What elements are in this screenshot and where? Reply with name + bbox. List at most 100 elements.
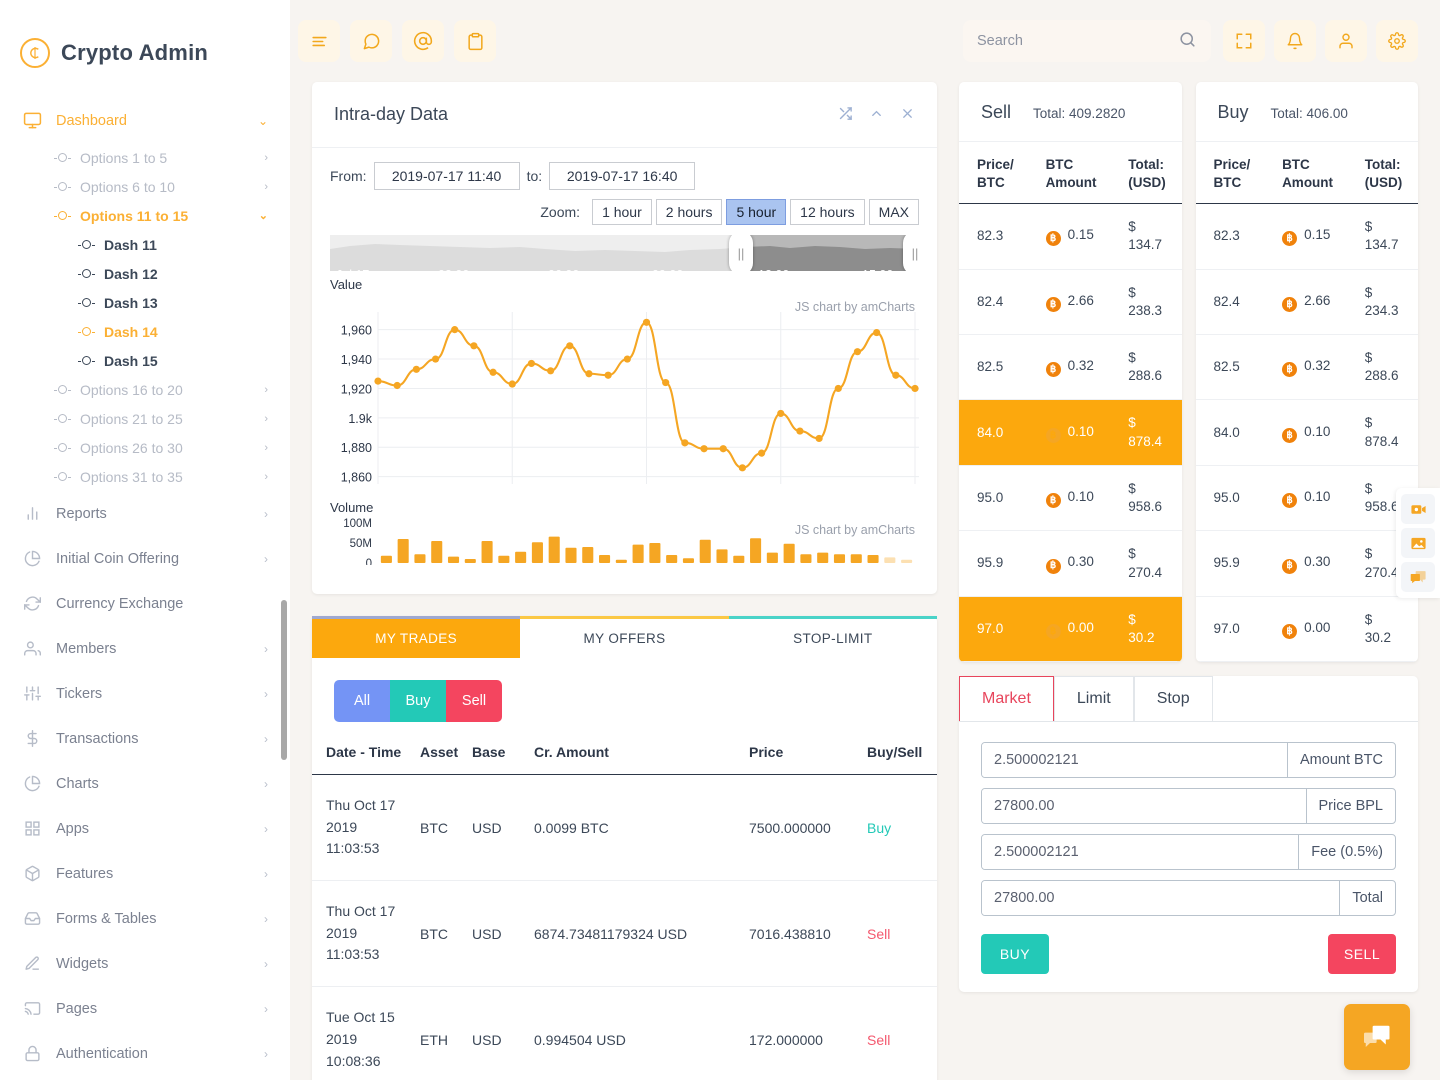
search-box[interactable] [963, 20, 1211, 62]
buy-button[interactable]: BUY [981, 934, 1049, 975]
chat-bubble-icon[interactable] [1344, 1004, 1410, 1070]
navigator-left-grip[interactable]: || [729, 235, 753, 271]
image-icon[interactable] [1401, 528, 1435, 558]
total-input[interactable] [982, 881, 1340, 916]
bell-icon[interactable] [1274, 20, 1316, 62]
cell-side[interactable]: Buy [867, 774, 937, 882]
sidebar-subitem-options-16-20[interactable]: Options 16 to 20 › [0, 375, 290, 404]
sidebar-dash-15[interactable]: Dash 15 [0, 346, 290, 375]
sell-button[interactable]: SELL [1328, 934, 1396, 975]
table-row[interactable]: 95.0 ฿ 0.10 $958.6 [959, 465, 1182, 532]
cell-side[interactable]: Sell [867, 986, 937, 1080]
zoom-12-hours-button[interactable]: 12 hours [790, 199, 865, 225]
table-row[interactable]: 82.5 ฿ 0.32 $288.6 [959, 334, 1182, 401]
table-row[interactable]: 97.0 ฿ 0.00 $30.2 [959, 596, 1182, 663]
table-row[interactable]: 95.9 ฿ 0.30 $270.4 [1195, 530, 1418, 597]
sidebar-subitem-options-21-25[interactable]: Options 21 to 25 › [0, 404, 290, 433]
video-icon[interactable] [1401, 494, 1435, 524]
search-icon[interactable] [1178, 30, 1197, 52]
chevron-down-icon: ⌄ [258, 210, 268, 222]
svg-text:1,860: 1,860 [341, 471, 372, 485]
zoom-max-button[interactable]: MAX [868, 199, 919, 225]
table-row[interactable]: 82.4 ฿ 2.66 $234.3 [1195, 269, 1418, 335]
filter-buy-button[interactable]: Buy [390, 680, 446, 722]
clipboard-icon[interactable] [454, 20, 496, 62]
sidebar-item-authentication[interactable]: Authentication › [0, 1031, 290, 1076]
table-row[interactable]: 84.0 ฿ 0.10 $878.4 [959, 399, 1182, 466]
sidebar-item-charts[interactable]: Charts › [0, 761, 290, 806]
menu-icon[interactable] [298, 20, 340, 62]
at-icon[interactable] [402, 20, 444, 62]
zoom-5-hour-button[interactable]: 5 hour [726, 199, 787, 225]
sidebar-subitem-options-1-5[interactable]: Options 1 to 5 › [0, 143, 290, 172]
chat-icon[interactable] [1401, 562, 1435, 592]
zoom-1-hour-button[interactable]: 1 hour [592, 199, 652, 225]
sidebar-subitem-options-6-10[interactable]: Options 6 to 10 › [0, 172, 290, 201]
table-row[interactable]: 82.4 ฿ 2.66 $238.3 [959, 269, 1182, 335]
price-bpl-input[interactable] [982, 789, 1306, 824]
bullet-icon [54, 385, 71, 394]
sidebar-scrollbar[interactable] [281, 600, 287, 760]
sidebar-item-dashboard[interactable]: Dashboard ⌄ [0, 98, 290, 143]
cell-side[interactable]: Sell [867, 880, 937, 988]
user-icon[interactable] [1325, 20, 1367, 62]
collapse-icon[interactable] [869, 106, 884, 124]
sidebar-subitem-options-26-30[interactable]: Options 26 to 30 › [0, 433, 290, 462]
zoom-2-hours-button[interactable]: 2 hours [655, 199, 723, 225]
sidebar-item-members[interactable]: Members › [0, 626, 290, 671]
table-row[interactable]: 97.0 ฿ 0.00 $30.2 [1195, 596, 1418, 663]
navigator-right-grip[interactable]: || [903, 235, 919, 271]
amount-btc-input[interactable] [982, 743, 1287, 778]
sidebar-item-apps[interactable]: Apps › [0, 806, 290, 851]
tab-stop-limit[interactable]: STOP-LIMIT [728, 616, 937, 658]
table-row[interactable]: 95.9 ฿ 0.30 $270.4 [959, 530, 1182, 597]
filter-sell-button[interactable]: Sell [446, 680, 502, 722]
table-row[interactable]: Tue Oct 15 2019 10:08:36 ETH USD 0.994504 USD… [312, 986, 937, 1080]
expand-icon[interactable] [838, 106, 853, 124]
table-row[interactable]: 95.0 ฿ 0.10 $958.6 [1195, 465, 1418, 532]
sidebar-item-reports[interactable]: Reports › [0, 491, 290, 536]
message-icon[interactable] [350, 20, 392, 62]
table-row[interactable]: 82.3 ฿ 0.15 $134.7 [959, 203, 1182, 270]
close-icon[interactable] [900, 106, 915, 124]
sidebar-item-label: Dashboard [56, 112, 127, 129]
brand[interactable]: Crypto Admin [0, 0, 290, 84]
from-date-input[interactable]: 2019-07-17 11:40 [373, 162, 520, 190]
sidebar-dash-11[interactable]: Dash 11 [0, 230, 290, 259]
price-field-row: Price BPL [981, 788, 1396, 825]
fee-input[interactable] [982, 835, 1299, 870]
sidebar-item-pages[interactable]: Pages › [0, 986, 290, 1031]
chart-navigator[interactable]: Jul 17 03:00 06:00 09:00 12:00 15:00 || … [330, 235, 919, 271]
sidebar-item-initial-coin-offering[interactable]: Initial Coin Offering › [0, 536, 290, 581]
search-input[interactable] [977, 33, 1170, 49]
sidebar-dash-13[interactable]: Dash 13 [0, 288, 290, 317]
table-row[interactable]: 82.5 ฿ 0.32 $288.6 [1195, 334, 1418, 401]
tab-stop[interactable]: Stop [1133, 676, 1213, 722]
fullscreen-icon[interactable] [1223, 20, 1265, 62]
sidebar-item-tickers[interactable]: Tickers › [0, 671, 290, 716]
sidebar-item-label: Forms & Tables [56, 910, 157, 927]
gear-icon[interactable] [1376, 20, 1418, 62]
sidebar-subitem-options-31-35[interactable]: Options 31 to 35 › [0, 462, 290, 491]
sidebar-item-widgets[interactable]: Widgets › [0, 941, 290, 986]
tab-my-trades[interactable]: MY TRADES [312, 616, 521, 658]
table-row[interactable]: 82.3 ฿ 0.15 $134.7 [1195, 203, 1418, 270]
sidebar-item-currency-exchange[interactable]: Currency Exchange [0, 581, 290, 626]
to-date-input[interactable]: 2019-07-17 16:40 [549, 162, 696, 190]
table-row[interactable]: Thu Oct 17 2019 11:03:53 BTC USD 0.0099 BTC 75… [312, 774, 937, 882]
column-header-amount: BTC Amount [1264, 142, 1347, 205]
sidebar-dash-14[interactable]: Dash 14 [0, 317, 290, 346]
sidebar-item-transactions[interactable]: Transactions › [0, 716, 290, 761]
sidebar-item-label: Widgets [56, 955, 109, 972]
filter-all-button[interactable]: All [334, 680, 390, 722]
tab-my-offers[interactable]: MY OFFERS [520, 616, 729, 658]
sidebar-subitem-label: Options 21 to 25 [80, 410, 183, 427]
sidebar-subitem-options-11-15[interactable]: Options 11 to 15 ⌄ [0, 201, 290, 230]
sidebar-dash-12[interactable]: Dash 12 [0, 259, 290, 288]
table-row[interactable]: Thu Oct 17 2019 11:03:53 BTC USD 6874.7348117… [312, 880, 937, 988]
sidebar-item-features[interactable]: Features › [0, 851, 290, 896]
tab-market[interactable]: Market [959, 676, 1054, 722]
tab-limit[interactable]: Limit [1053, 676, 1134, 722]
table-row[interactable]: 84.0 ฿ 0.10 $878.4 [1195, 399, 1418, 466]
sidebar-item-forms-tables[interactable]: Forms & Tables › [0, 896, 290, 941]
